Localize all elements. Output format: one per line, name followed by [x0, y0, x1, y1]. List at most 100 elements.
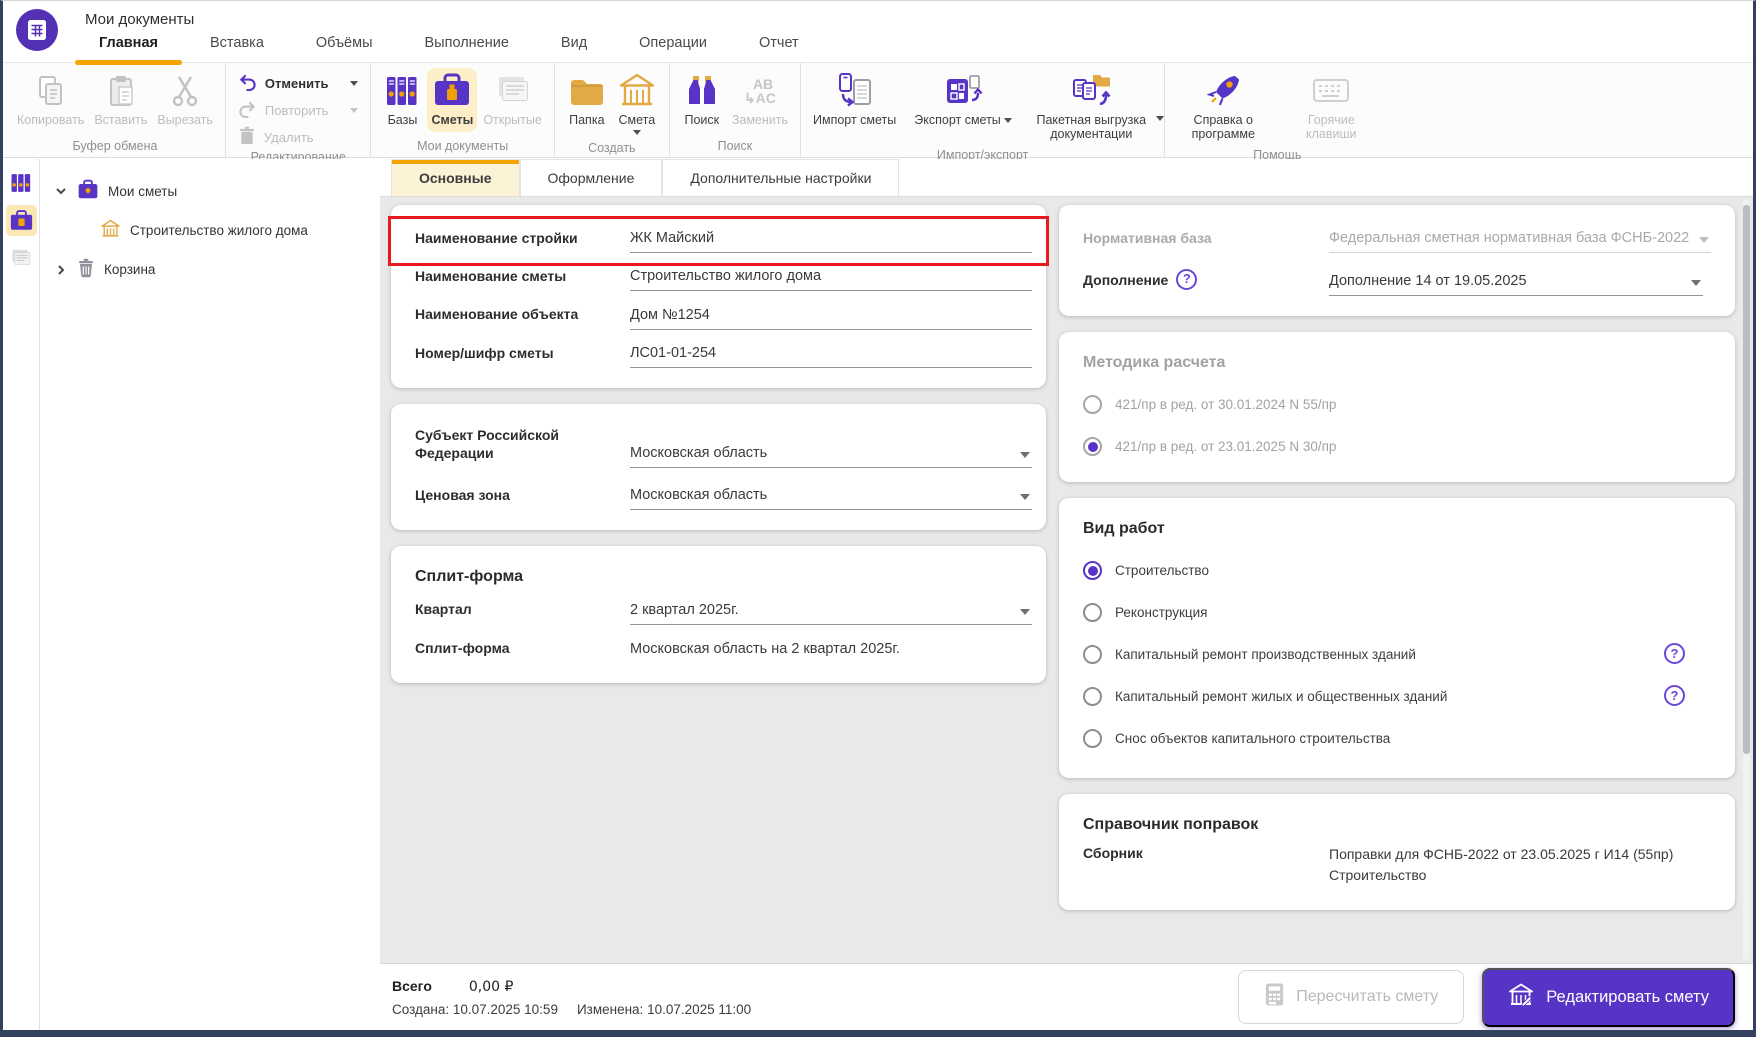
estimates-button[interactable]: Сметы	[427, 68, 478, 133]
briefcase-icon	[77, 179, 99, 203]
opened-button[interactable]: Открытые	[479, 68, 546, 132]
split-form-value: Московская область на 2 квартал 2025г.	[630, 640, 900, 657]
total-value: 0,00 ₽	[468, 978, 514, 995]
work-type-option-demolition[interactable]: Снос объектов капитального строительства	[1083, 729, 1703, 749]
collection-label: Сборник	[1083, 845, 1143, 862]
work-type-option-residential-repair[interactable]: Капитальный ремонт жилых и общественных …	[1083, 685, 1703, 707]
delete-button[interactable]: Удалить	[234, 125, 363, 149]
calculation-method-title: Методика расчета	[1083, 354, 1226, 372]
help-icon[interactable]: ?	[1664, 685, 1685, 707]
chevron-down-icon	[1020, 608, 1030, 615]
construction-name-input[interactable]: ЖК Майский	[630, 230, 1032, 254]
help-icon[interactable]: ?	[1664, 643, 1685, 665]
create-estimate-button[interactable]: Смета	[613, 68, 661, 140]
radio-icon[interactable]	[1083, 603, 1102, 623]
card-normative-base: Нормативная база Федеральная сметная нор…	[1059, 205, 1735, 317]
method-option-1[interactable]: 421/пр в ред. от 30.01.2024 N 55/пр	[1083, 395, 1703, 415]
copy-icon	[34, 72, 68, 110]
work-type-option-construction[interactable]: Строительство	[1083, 561, 1703, 581]
about-button[interactable]: Справка о программе	[1173, 68, 1273, 147]
redo-dropdown-caret[interactable]	[350, 107, 359, 113]
card-work-type: Вид работ Строительство Реконструкция Ка…	[1059, 498, 1735, 779]
menu-tab-volumes[interactable]: Объёмы	[290, 28, 399, 62]
subject-select[interactable]: Московская область	[630, 445, 1032, 469]
create-folder-button[interactable]: Папка	[563, 68, 611, 132]
cut-button[interactable]: Вырезать	[153, 68, 217, 132]
menu-tab-view[interactable]: Вид	[535, 28, 613, 62]
tab-appearance[interactable]: Оформление	[519, 159, 663, 196]
chevron-down-icon[interactable]	[54, 185, 68, 197]
radio-icon[interactable]	[1083, 687, 1102, 707]
strip-estimates-button[interactable]	[5, 205, 37, 236]
radio-icon[interactable]	[1083, 395, 1102, 415]
paste-button[interactable]: Вставить	[90, 68, 151, 132]
strip-opened-button[interactable]	[6, 243, 37, 274]
menu-tab-main[interactable]: Главная	[73, 28, 184, 65]
menu-bar: Главная Вставка Объёмы Выполнение Вид Оп…	[73, 28, 825, 65]
ribbon-group-create: Папка Смета Создать	[553, 63, 669, 157]
tree-item-estimate[interactable]: Строительство жилого дома	[40, 211, 380, 250]
import-estimate-button[interactable]: Импорт сметы	[809, 68, 900, 132]
radio-icon[interactable]	[1083, 645, 1102, 665]
price-zone-select[interactable]: Московская область	[630, 487, 1032, 511]
redo-button[interactable]: Повторить	[234, 98, 363, 122]
edit-estimate-button[interactable]: Редактировать смету	[1482, 967, 1735, 1027]
chevron-down-icon	[1020, 494, 1030, 501]
tree-item-my-estimates[interactable]: Мои сметы	[40, 171, 380, 211]
cut-icon	[168, 72, 202, 110]
batch-export-button[interactable]: Пакетная выгрузка документации	[1026, 68, 1165, 147]
replace-button[interactable]: AB ↳AC Заменить	[728, 68, 792, 132]
menu-tab-operations[interactable]: Операции	[613, 28, 733, 62]
estimate-code-input[interactable]: ЛС01-01-254	[630, 345, 1032, 368]
undo-dropdown-caret[interactable]	[350, 80, 359, 86]
export-dropdown-caret[interactable]	[1004, 118, 1013, 124]
work-type-option-industrial-repair[interactable]: Капитальный ремонт производственных здан…	[1083, 643, 1703, 665]
work-type-option-reconstruction[interactable]: Реконструкция	[1083, 603, 1703, 623]
tree-item-label: Корзина	[104, 262, 156, 277]
briefcase-icon	[10, 209, 32, 230]
documents-icon	[494, 72, 532, 110]
normative-base-label: Нормативная база	[1083, 230, 1212, 246]
copy-button[interactable]: Копировать	[13, 68, 88, 132]
redo-icon	[238, 99, 257, 121]
corrections-title: Справочник поправок	[1083, 816, 1259, 834]
menu-tab-insert[interactable]: Вставка	[184, 28, 290, 62]
menu-tab-report[interactable]: Отчет	[733, 28, 825, 62]
totals-block: Всего 0,00 ₽ Создана: 10.07.2025 10:59 И…	[392, 978, 751, 1017]
chevron-right-icon[interactable]	[54, 264, 68, 276]
supplement-select[interactable]: Дополнение 14 от 19.05.2025	[1329, 273, 1703, 297]
hotkeys-button[interactable]: Горячие клавиши	[1281, 68, 1381, 147]
tab-general[interactable]: Основные	[391, 159, 520, 196]
split-form-title: Сплит-форма	[415, 568, 524, 586]
help-icon[interactable]: ?	[1176, 269, 1198, 291]
construction-name-label: Наименование стройки	[415, 230, 578, 246]
search-button[interactable]: Поиск	[678, 68, 726, 132]
tree-item-trash[interactable]: Корзина	[40, 250, 380, 289]
bases-button[interactable]: Базы	[379, 68, 425, 132]
tab-additional-settings[interactable]: Дополнительные настройки	[662, 159, 900, 196]
menu-tab-execution[interactable]: Выполнение	[399, 28, 535, 62]
subject-label: Субъект Российской Федерации	[415, 426, 560, 461]
strip-bases-button[interactable]	[6, 167, 37, 198]
scrollbar-thumb[interactable]	[1743, 205, 1750, 754]
quarter-select[interactable]: 2 квартал 2025г.	[630, 602, 1032, 625]
vertical-scrollbar[interactable]	[1743, 199, 1750, 961]
app-title: Мои документы	[85, 11, 195, 28]
export-estimate-button[interactable]: Экспорт сметы	[910, 68, 1016, 132]
recalculate-button[interactable]: Пересчитать смету	[1238, 970, 1465, 1024]
object-name-input[interactable]: Дом №1254	[630, 307, 1032, 330]
import-icon	[835, 72, 875, 110]
tree-item-label: Мои сметы	[108, 183, 178, 199]
radio-icon[interactable]	[1083, 729, 1102, 749]
house-icon	[100, 219, 121, 242]
estimate-code-label: Номер/шифр сметы	[415, 344, 554, 361]
estimate-name-input[interactable]: Строительство жилого дома	[630, 268, 1032, 292]
method-option-2[interactable]: 421/пр в ред. от 23.01.2025 N 30/пр	[1083, 437, 1703, 457]
trash-icon	[77, 258, 95, 281]
batch-export-dropdown-caret[interactable]	[1156, 116, 1165, 121]
radio-checked-icon[interactable]	[1083, 437, 1102, 457]
card-general: Наименование стройки ЖК Майский Наименов…	[388, 205, 1049, 388]
create-estimate-dropdown-caret[interactable]	[632, 130, 641, 136]
radio-checked-icon[interactable]	[1083, 561, 1102, 581]
undo-button[interactable]: Отменить	[234, 71, 363, 95]
